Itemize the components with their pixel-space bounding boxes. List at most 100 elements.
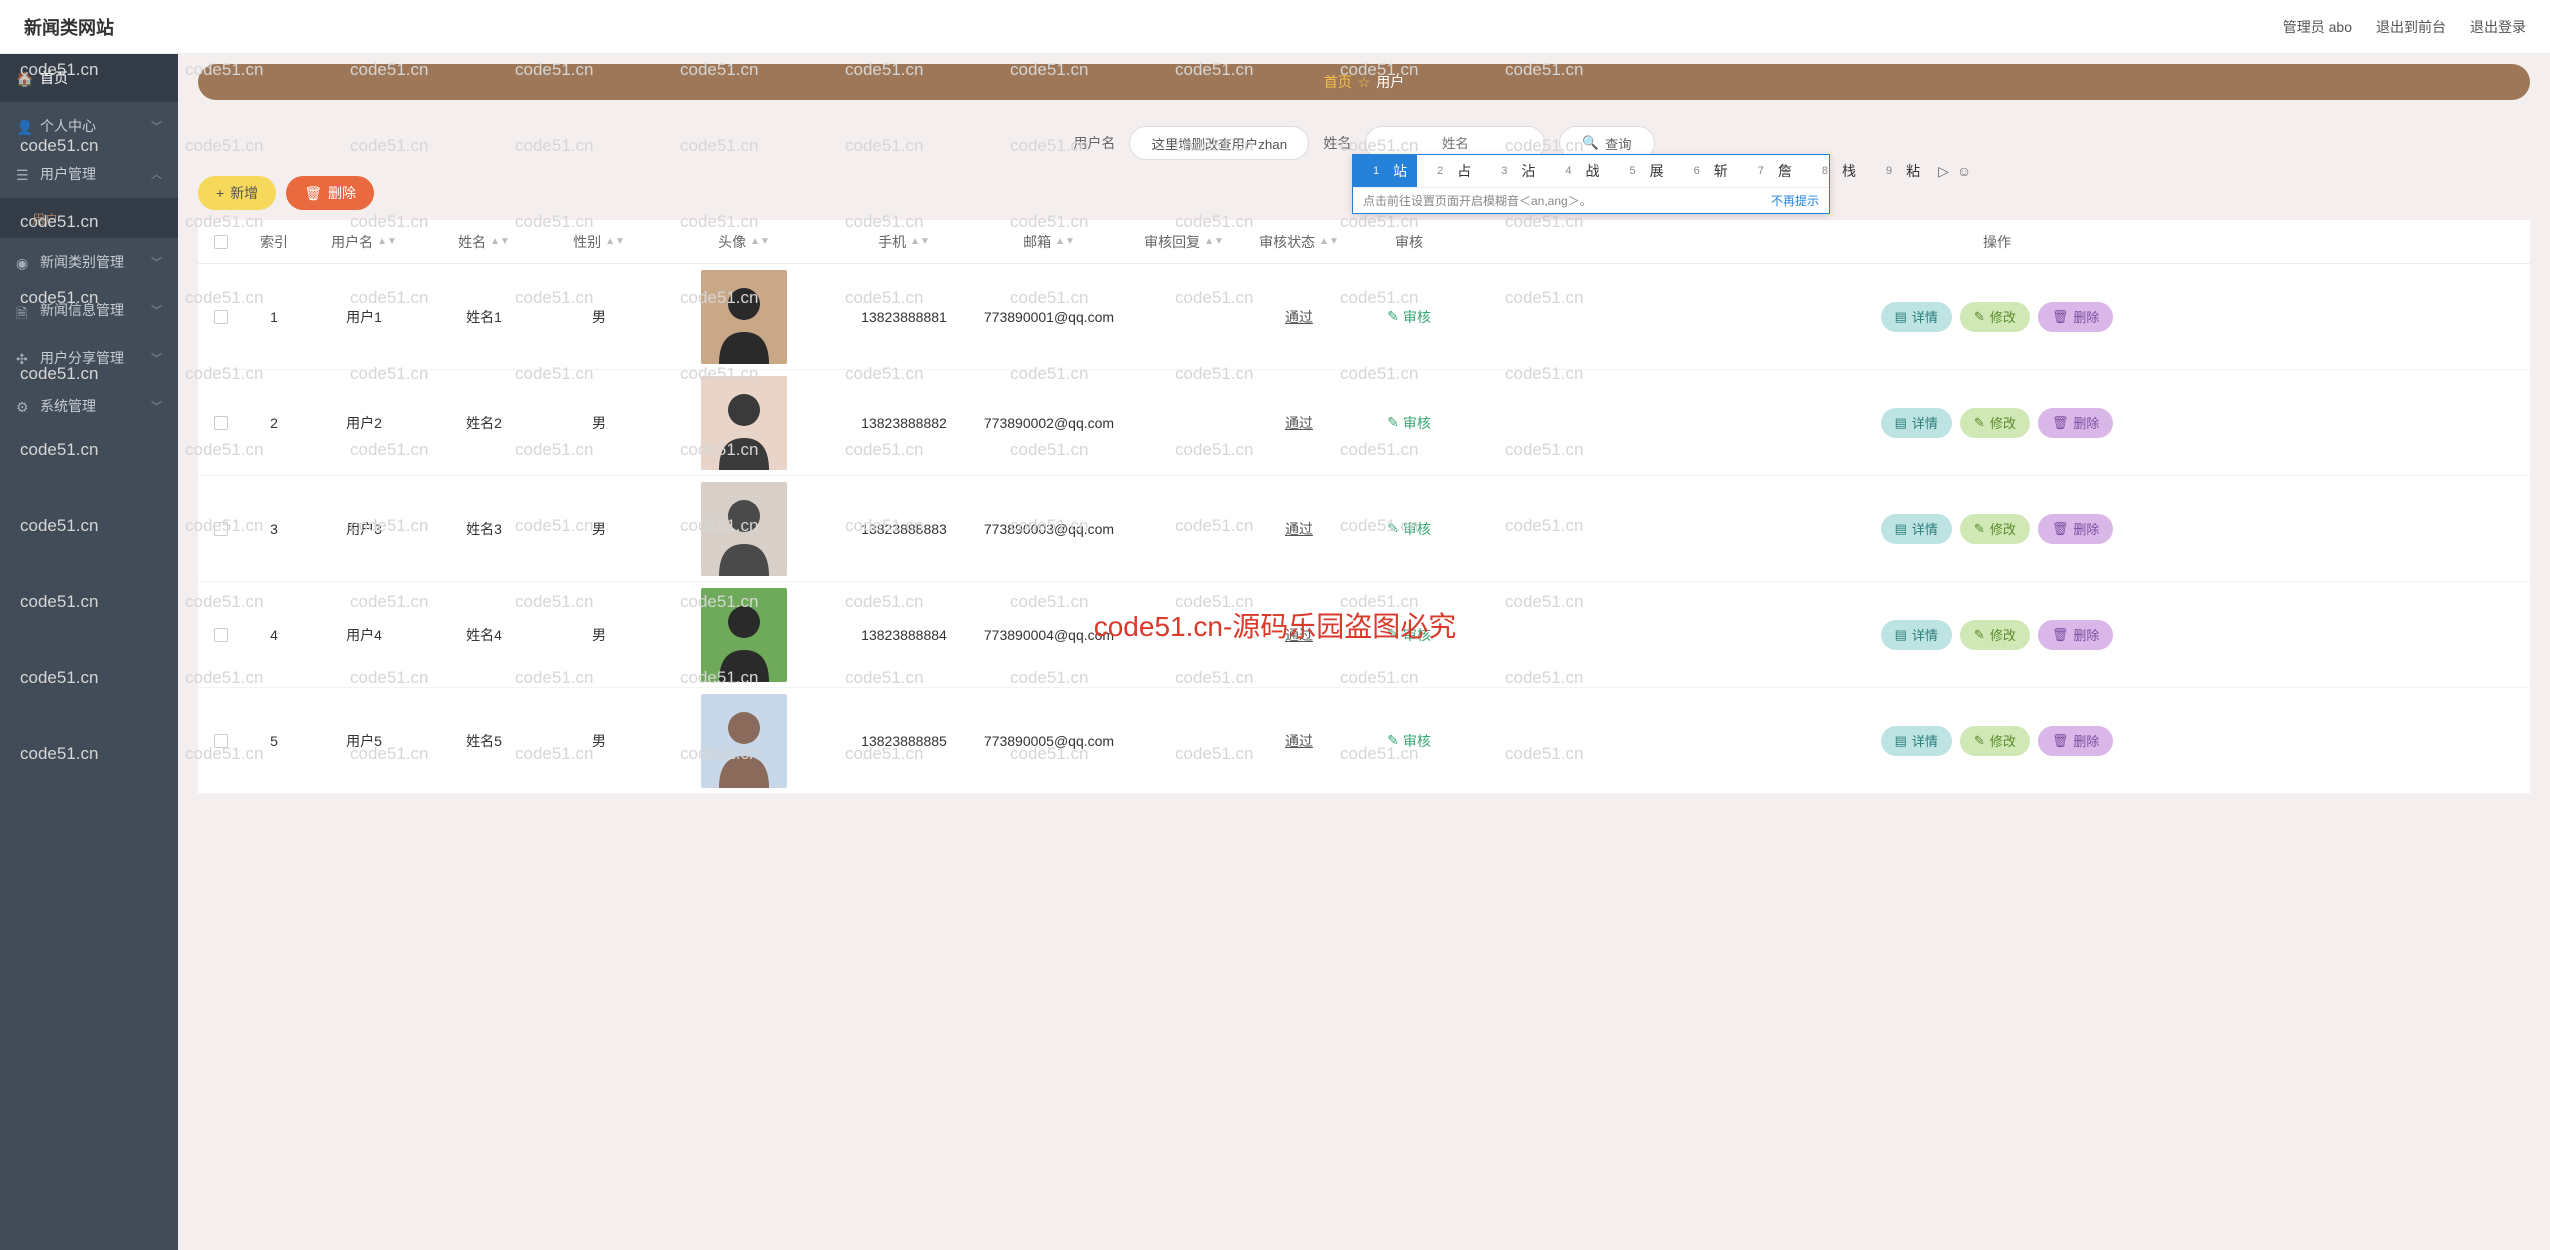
ime-hint[interactable]: 点击前往设置页面开启模糊音＜an,ang＞。 xyxy=(1363,192,1592,209)
detail-button[interactable]: ▤详情 xyxy=(1881,408,1952,438)
audit-button[interactable]: ✎审核 xyxy=(1387,413,1431,433)
row-delete-button[interactable]: 🗑删除 xyxy=(2038,408,2114,438)
cell-email: 773890002@qq.com xyxy=(974,415,1124,431)
row-delete-button[interactable]: 🗑删除 xyxy=(2038,514,2114,544)
row-checkbox[interactable] xyxy=(214,734,228,748)
edit-icon: ✎ xyxy=(1387,520,1399,537)
edit-icon: ✎ xyxy=(1974,627,1985,643)
row-delete-button[interactable]: 🗑删除 xyxy=(2038,620,2114,650)
goto-front-link[interactable]: 退出到前台 xyxy=(2376,17,2446,37)
edit-button[interactable]: ✎修改 xyxy=(1960,408,2030,438)
th-email[interactable]: 邮箱 xyxy=(1023,232,1051,252)
ime-candidate[interactable]: 3沾 xyxy=(1481,155,1545,187)
audit-button[interactable]: ✎审核 xyxy=(1387,307,1431,327)
ime-next-icon[interactable]: ▷ xyxy=(1938,163,1949,180)
star-icon: ☆ xyxy=(1358,74,1371,91)
row-checkbox[interactable] xyxy=(214,522,228,536)
table-row: 1用户1姓名1男13823888881773890001@qq.com通过✎审核… xyxy=(198,264,2530,370)
delete-button[interactable]: 🗑 删除 xyxy=(286,176,374,210)
cell-phone: 13823888881 xyxy=(834,309,974,325)
sort-icon[interactable]: ▲▼ xyxy=(910,239,930,245)
detail-button[interactable]: ▤详情 xyxy=(1881,620,1952,650)
th-name[interactable]: 姓名 xyxy=(458,232,486,252)
sidebar-item-system[interactable]: ⚙系统管理 ﹀ xyxy=(0,382,178,430)
sort-icon[interactable]: ▲▼ xyxy=(1204,239,1224,245)
audit-button[interactable]: ✎审核 xyxy=(1387,519,1431,539)
audit-button[interactable]: ✎审核 xyxy=(1387,625,1431,645)
row-delete-button[interactable]: 🗑删除 xyxy=(2038,302,2114,332)
add-button[interactable]: + 新增 xyxy=(198,176,276,210)
row-delete-button[interactable]: 🗑删除 xyxy=(2038,726,2114,756)
sidebar-item-label: 新闻类别管理 xyxy=(40,252,124,272)
sidebar-item-home[interactable]: 🏠首页 xyxy=(0,54,178,102)
logout-link[interactable]: 退出登录 xyxy=(2470,17,2526,37)
ime-candidate[interactable]: 9粘 xyxy=(1866,155,1930,187)
ime-candidate[interactable]: 8栈 xyxy=(1802,155,1866,187)
ime-dismiss-link[interactable]: 不再提示 xyxy=(1771,192,1819,209)
th-username[interactable]: 用户名 xyxy=(331,232,373,252)
status-link[interactable]: 通过 xyxy=(1285,625,1313,645)
th-avatar[interactable]: 头像 xyxy=(718,232,746,252)
status-link[interactable]: 通过 xyxy=(1285,307,1313,327)
detail-button[interactable]: ▤详情 xyxy=(1881,726,1952,756)
cell-username: 用户3 xyxy=(304,519,424,539)
th-status[interactable]: 审核状态 xyxy=(1259,232,1315,252)
ime-candidate[interactable]: 4战 xyxy=(1545,155,1609,187)
sidebar-item-user-manage[interactable]: ☰用户管理 ︿ xyxy=(0,150,178,198)
edit-button[interactable]: ✎修改 xyxy=(1960,302,2030,332)
status-link[interactable]: 通过 xyxy=(1285,413,1313,433)
ime-candidate[interactable]: 6斩 xyxy=(1674,155,1738,187)
sidebar-item-user-share[interactable]: ✣用户分享管理 ﹀ xyxy=(0,334,178,382)
edit-icon: ✎ xyxy=(1387,308,1399,325)
table-row: 4用户4姓名4男13823888884773890004@qq.com通过✎审核… xyxy=(198,582,2530,688)
th-reply[interactable]: 审核回复 xyxy=(1144,232,1200,252)
cell-username: 用户2 xyxy=(304,413,424,433)
avatar xyxy=(701,270,787,364)
chevron-down-icon: ﹀ xyxy=(151,398,162,414)
status-link[interactable]: 通过 xyxy=(1285,731,1313,751)
home-icon: 🏠 xyxy=(16,71,30,85)
edit-button[interactable]: ✎修改 xyxy=(1960,620,2030,650)
audit-button[interactable]: ✎审核 xyxy=(1387,731,1431,751)
breadcrumb-home[interactable]: 首页 xyxy=(1324,72,1352,92)
sort-icon[interactable]: ▲▼ xyxy=(605,239,625,245)
table-header: 索引 用户名▲▼ 姓名▲▼ 性别▲▼ 头像▲▼ 手机▲▼ 邮箱▲▼ 审核回复▲▼… xyxy=(198,220,2530,264)
sort-icon[interactable]: ▲▼ xyxy=(490,239,510,245)
row-checkbox[interactable] xyxy=(214,628,228,642)
ime-candidate[interactable]: 7詹 xyxy=(1738,155,1802,187)
row-checkbox[interactable] xyxy=(214,416,228,430)
sidebar-item-news-info[interactable]: 🗎新闻信息管理 ﹀ xyxy=(0,286,178,334)
ime-candidate[interactable]: 5展 xyxy=(1610,155,1674,187)
trash-icon: 🗑 xyxy=(2052,415,2069,431)
sort-icon[interactable]: ▲▼ xyxy=(750,239,770,245)
select-all-checkbox[interactable] xyxy=(214,235,228,249)
th-phone[interactable]: 手机 xyxy=(878,232,906,252)
th-gender[interactable]: 性别 xyxy=(573,232,601,252)
cell-phone: 13823888885 xyxy=(834,733,974,749)
edit-button[interactable]: ✎修改 xyxy=(1960,726,2030,756)
detail-button[interactable]: ▤详情 xyxy=(1881,514,1952,544)
edit-button[interactable]: ✎修改 xyxy=(1960,514,2030,544)
sidebar-item-profile[interactable]: 👤个人中心 ﹀ xyxy=(0,102,178,150)
user-table: 索引 用户名▲▼ 姓名▲▼ 性别▲▼ 头像▲▼ 手机▲▼ 邮箱▲▼ 审核回复▲▼… xyxy=(198,220,2530,794)
dashboard-icon: ◉ xyxy=(16,255,30,269)
search-input-username[interactable] xyxy=(1129,126,1309,160)
sort-icon[interactable]: ▲▼ xyxy=(1055,239,1075,245)
delete-button-label: 删除 xyxy=(328,183,356,203)
ime-candidate[interactable]: 2占 xyxy=(1417,155,1481,187)
cell-email: 773890001@qq.com xyxy=(974,309,1124,325)
ime-candidate[interactable]: 1站 xyxy=(1353,155,1417,187)
detail-button[interactable]: ▤详情 xyxy=(1881,302,1952,332)
cell-email: 773890004@qq.com xyxy=(974,627,1124,643)
ime-smile-icon[interactable]: ☺ xyxy=(1957,163,1971,179)
chevron-down-icon: ﹀ xyxy=(151,350,162,366)
row-checkbox[interactable] xyxy=(214,310,228,324)
sidebar-item-news-category[interactable]: ◉新闻类别管理 ﹀ xyxy=(0,238,178,286)
status-link[interactable]: 通过 xyxy=(1285,519,1313,539)
sort-icon[interactable]: ▲▼ xyxy=(1319,239,1339,245)
admin-label[interactable]: 管理员 abo xyxy=(2283,17,2352,37)
sidebar-subitem-user[interactable]: 用户 xyxy=(0,198,178,238)
chevron-up-icon: ︿ xyxy=(151,166,162,182)
sort-icon[interactable]: ▲▼ xyxy=(377,239,397,245)
search-label-username: 用户名 xyxy=(1073,133,1115,153)
